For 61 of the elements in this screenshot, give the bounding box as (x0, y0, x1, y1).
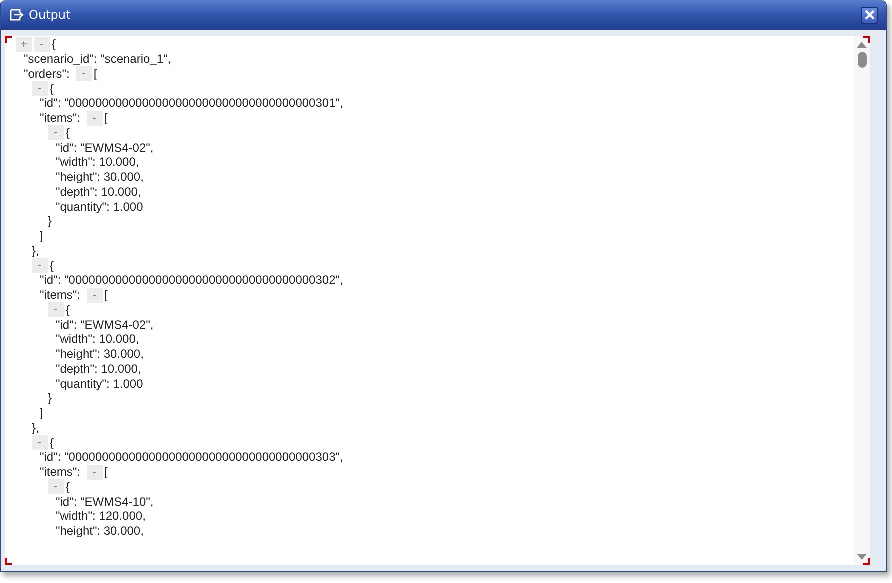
toggle-button[interactable]: - (86, 288, 103, 303)
code-line: "depth": 10.000, (56, 184, 142, 199)
code-line: }, (32, 244, 40, 258)
toggle-button[interactable]: - (32, 258, 48, 274)
toggle-button[interactable]: - (34, 36, 50, 52)
code-line: "id": "EWMS4-02", (56, 140, 154, 155)
code-line: "id": "0000000000000000000000000000000000000302", (40, 273, 344, 288)
code-line: } (48, 214, 52, 228)
toggle-button[interactable]: - (76, 66, 92, 82)
code-line: "width": 120.000, (56, 509, 146, 524)
toggle-button[interactable]: - (32, 435, 48, 450)
code-line: ] (40, 229, 44, 244)
bracket: { (50, 258, 54, 273)
toggle-button[interactable]: - (48, 302, 64, 318)
code-line: "width": 10.000, (56, 155, 140, 170)
code-line: "height": 30.000, (56, 170, 144, 184)
scroll-up-icon[interactable] (857, 42, 867, 48)
code-line: "width": 10.000, (56, 332, 140, 346)
toggle-button[interactable]: - (32, 81, 48, 96)
corner-marker (863, 36, 870, 43)
toggle-button[interactable]: - (86, 464, 103, 480)
code-line: } (48, 391, 52, 406)
toggle-button[interactable]: - (86, 110, 103, 126)
code-line: "quantity": 1.000 (56, 376, 144, 391)
scroll-down-icon[interactable] (857, 554, 867, 560)
code-line: }, (32, 420, 40, 435)
close-button[interactable] (861, 6, 878, 24)
bracket: [ (94, 66, 98, 81)
scroll-thumb[interactable] (858, 52, 866, 68)
json-key: "orders": (24, 66, 70, 81)
bracket: { (50, 436, 54, 450)
corner-marker (863, 558, 870, 565)
code-line: "height": 30.000, (56, 524, 144, 538)
code-line: "depth": 10.000, (56, 362, 142, 376)
toggle-button[interactable]: + (16, 36, 32, 52)
corner-marker (5, 558, 12, 565)
bracket: { (66, 302, 70, 317)
code-line: "height": 30.000, (56, 347, 144, 362)
bracket: { (66, 126, 70, 140)
json-key: "items": (40, 111, 81, 126)
bracket: [ (104, 288, 108, 302)
code-line: "scenario_id": "scenario_1", (24, 52, 172, 66)
code-line: "id": "EWMS4-02", (56, 318, 154, 332)
bracket: [ (104, 465, 108, 480)
toggle-button[interactable]: - (48, 479, 64, 494)
bracket: [ (104, 111, 108, 126)
bracket: { (52, 37, 56, 52)
toggle-button[interactable]: - (48, 125, 64, 140)
corner-marker (5, 36, 12, 43)
bracket: { (66, 480, 70, 494)
window-title: Output (29, 8, 71, 22)
document-edit-icon (10, 9, 24, 21)
code-line: "id": "0000000000000000000000000000000000000301", (40, 96, 344, 110)
close-icon (864, 10, 874, 20)
json-key: "items": (40, 288, 81, 302)
code-line: ] (40, 406, 44, 420)
code-line: "id": "EWMS4-10", (56, 494, 154, 509)
bracket: { (50, 82, 54, 96)
code-line: "quantity": 1.000 (56, 200, 144, 214)
code-line: "id": "0000000000000000000000000000000000000303", (40, 450, 344, 464)
json-key: "items": (40, 465, 81, 480)
